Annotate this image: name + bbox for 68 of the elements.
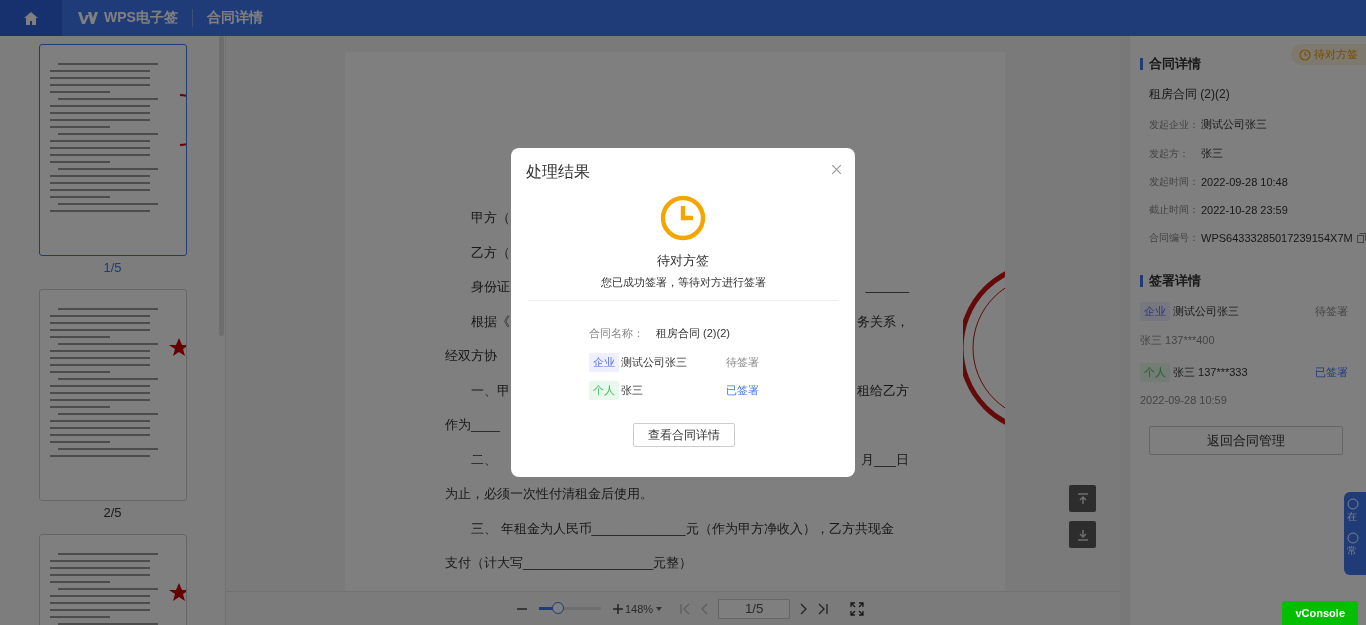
document-text: 租给乙方 xyxy=(857,381,909,400)
field-value: 2022-10-28 23:59 xyxy=(1201,204,1288,216)
document-text: 二、 xyxy=(470,450,497,469)
section-title: 签署详情 xyxy=(1140,275,1366,287)
dialog-title: 处理结果 xyxy=(526,162,590,182)
contract-name: 租房合同 (2)(2) xyxy=(1149,86,1231,103)
page-input[interactable]: 1/5 xyxy=(718,598,791,619)
result-message: 您已成功签署，等待对方进行签署 xyxy=(599,275,767,290)
plus-icon xyxy=(613,603,623,614)
zoom-in-button[interactable] xyxy=(613,603,623,614)
download-icon xyxy=(1076,528,1089,541)
download-button[interactable] xyxy=(1069,521,1096,548)
document-text: 甲方（ xyxy=(470,209,510,227)
document-text: 乙方（ xyxy=(470,243,510,262)
help-icon xyxy=(1347,532,1359,544)
page-thumbnail[interactable] xyxy=(38,44,187,256)
signer-type-tag: 企业 xyxy=(1140,302,1170,321)
document-text: 经双方协 xyxy=(445,347,497,365)
document-text: 务关系， xyxy=(857,312,909,331)
signer-type-tag: 个人 xyxy=(1140,363,1170,382)
field-value: 租房合同 (2)(2) xyxy=(656,326,730,341)
logo-icon xyxy=(78,12,100,24)
signer-name: 张三 xyxy=(621,383,643,398)
zoom-percent[interactable]: 148% xyxy=(625,602,654,615)
field-label: 合同名称： xyxy=(589,326,644,341)
fullscreen-icon xyxy=(850,601,865,616)
page-number: 1/5 xyxy=(103,260,122,275)
caret-icon[interactable] xyxy=(656,606,663,611)
help-button[interactable]: 常 xyxy=(1347,532,1359,558)
brand-name: WPS电子签 xyxy=(104,9,178,27)
vconsole-button[interactable]: vConsole xyxy=(1282,601,1358,625)
document-text: 月___日 xyxy=(861,450,909,469)
document-text: 根据《 xyxy=(470,312,510,331)
document-text: 身份证 xyxy=(470,278,510,296)
document-text: 支付（计大写__________________元整） xyxy=(445,554,693,572)
page-title: 合同详情 xyxy=(206,9,263,27)
slider-thumb[interactable] xyxy=(551,602,564,614)
copy-icon[interactable] xyxy=(1356,233,1366,243)
home-button[interactable] xyxy=(0,0,62,36)
document-text: 作为____ xyxy=(445,416,500,434)
clock-icon xyxy=(1299,48,1311,61)
result-status: 待对方签 xyxy=(656,252,710,270)
arrow-up-icon xyxy=(1076,492,1089,505)
field-value: WPS64333285017239154X7M xyxy=(1201,232,1353,244)
last-page-button[interactable] xyxy=(816,601,831,616)
signing-status: 待签署 xyxy=(726,355,759,370)
bar-chevron-icon xyxy=(816,601,831,616)
clock-icon xyxy=(659,194,707,242)
help-icon xyxy=(1347,498,1359,510)
home-icon xyxy=(24,11,38,25)
signer-name: 测试公司张三 xyxy=(621,355,687,370)
document-text: ______ xyxy=(865,278,909,295)
view-details-button[interactable]: 查看合同详情 xyxy=(633,423,735,447)
fullscreen-button[interactable] xyxy=(850,601,865,616)
signer-type-tag: 企业 xyxy=(589,353,619,372)
signer-type-tag: 个人 xyxy=(589,381,619,400)
signing-status: 已签署 xyxy=(1315,365,1348,380)
help-button[interactable]: 在 xyxy=(1347,498,1359,524)
signing-status: 已签署 xyxy=(726,383,759,398)
scroll-top-button[interactable] xyxy=(1069,485,1096,512)
signer-detail: 2022-09-28 10:59 xyxy=(1140,394,1228,406)
field-value: 2022-09-28 10:48 xyxy=(1201,176,1288,188)
scrollbar[interactable] xyxy=(219,36,224,336)
page-thumbnail[interactable] xyxy=(38,289,187,501)
page-number: 2/5 xyxy=(103,505,122,520)
close-icon[interactable] xyxy=(832,165,841,174)
document-text: 三、 年租金为人民币_____________元（作为甲方净收入），乙方共现金 xyxy=(470,519,894,538)
back-button[interactable]: 返回合同管理 xyxy=(1149,426,1343,455)
